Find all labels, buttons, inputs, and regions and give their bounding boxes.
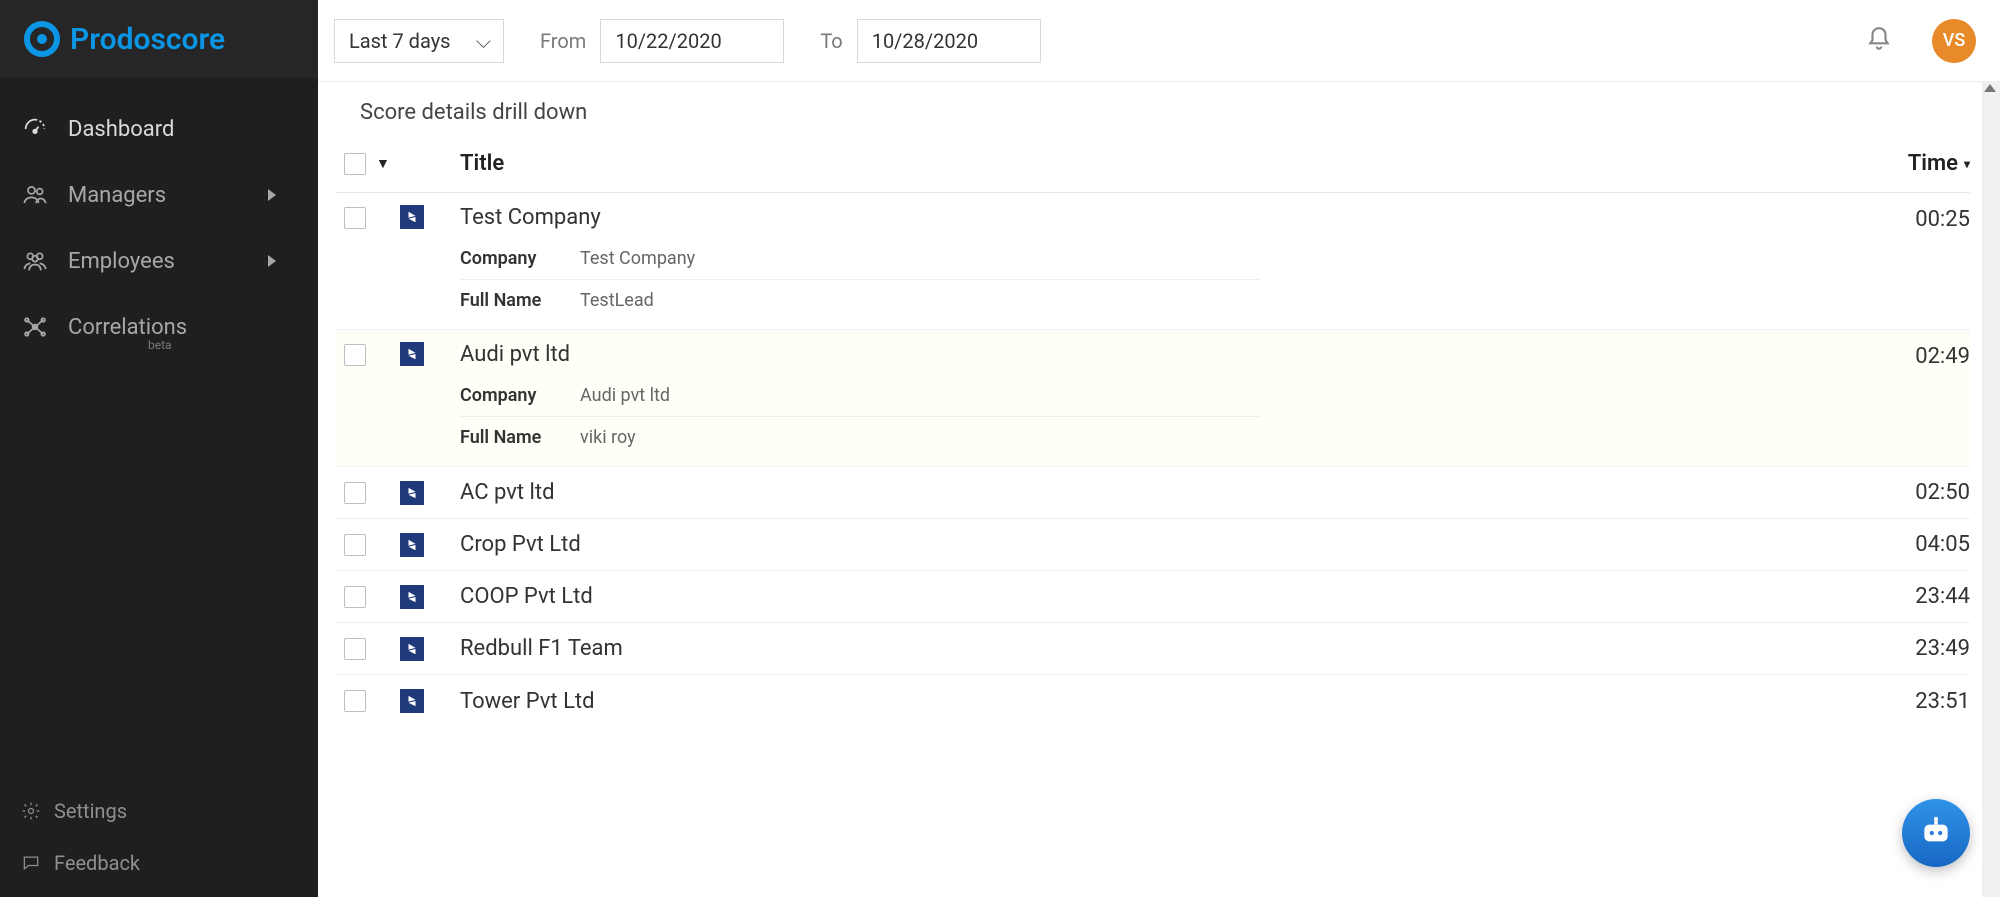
column-time[interactable]: Time ▾	[1850, 151, 1970, 176]
chevron-right-icon	[268, 255, 276, 267]
dynamics-icon	[400, 481, 424, 505]
row-time: 23:49	[1850, 636, 1970, 661]
table-row[interactable]: COOP Pvt Ltd 23:44	[336, 571, 1970, 623]
table-row[interactable]: Redbull F1 Team 23:49	[336, 623, 1970, 675]
brand-logo[interactable]: Prodoscore	[0, 0, 318, 78]
row-checkbox[interactable]	[344, 482, 366, 504]
nav: Dashboard Managers Employees	[0, 78, 318, 785]
row-time: 02:50	[1850, 480, 1970, 505]
to-label: To	[820, 29, 842, 53]
date-to-block: To 10/28/2020	[820, 19, 1040, 63]
row-title: Crop Pvt Ltd	[460, 532, 1850, 557]
row-title: COOP Pvt Ltd	[460, 584, 1850, 609]
dynamics-icon	[400, 585, 424, 609]
sidebar-footer: Settings Feedback	[0, 785, 318, 897]
row-time: 23:51	[1850, 689, 1970, 714]
scroll-up-icon[interactable]	[1984, 84, 1996, 92]
table-header: ▼ Title Time ▾	[336, 135, 1970, 193]
network-icon	[20, 312, 50, 342]
brand-logo-icon	[22, 19, 62, 59]
row-details: Company Test Company Full Name TestLead	[460, 230, 1850, 321]
date-from-input[interactable]: 10/22/2020	[600, 19, 784, 63]
row-time: 23:44	[1850, 584, 1970, 609]
sidebar-item-settings[interactable]: Settings	[0, 785, 318, 837]
detail-value-company: Audi pvt ltd	[580, 385, 670, 406]
table-row[interactable]: Tower Pvt Ltd 23:51	[336, 675, 1970, 727]
sidebar-item-employees[interactable]: Employees	[0, 228, 318, 294]
row-checkbox[interactable]	[344, 586, 366, 608]
select-all-checkbox[interactable]	[344, 153, 366, 175]
row-time: 04:05	[1850, 532, 1970, 557]
dynamics-icon	[400, 689, 424, 713]
gear-icon	[20, 800, 42, 822]
row-checkbox[interactable]	[344, 690, 366, 712]
detail-label-fullname: Full Name	[460, 290, 580, 311]
table-row[interactable]: Test Company Company Test Company Full N…	[336, 193, 1970, 330]
detail-label-company: Company	[460, 248, 580, 269]
content: Score details drill down ▼ Title Time ▾	[318, 82, 2000, 897]
topbar: Last 7 days ⌵ From 10/22/2020 To 10/28/2…	[318, 0, 2000, 82]
from-label: From	[540, 29, 586, 53]
chat-fab[interactable]	[1902, 799, 1970, 867]
row-checkbox[interactable]	[344, 207, 366, 229]
sidebar-item-label: Correlations	[68, 315, 187, 340]
main: Last 7 days ⌵ From 10/22/2020 To 10/28/2…	[318, 0, 2000, 897]
brand-name: Prodoscore	[70, 22, 225, 57]
row-title: Audi pvt ltd	[460, 342, 1850, 367]
avatar[interactable]: VS	[1932, 19, 1976, 63]
dynamics-icon	[400, 205, 424, 229]
chat-icon	[20, 852, 42, 874]
row-details: Company Audi pvt ltd Full Name viki roy	[460, 367, 1850, 458]
detail-label-fullname: Full Name	[460, 427, 580, 448]
gauge-icon	[20, 114, 50, 144]
row-checkbox[interactable]	[344, 638, 366, 660]
dynamics-icon	[400, 637, 424, 661]
sidebar-item-label: Dashboard	[68, 117, 174, 142]
detail-value-fullname: viki roy	[580, 427, 636, 448]
table-row[interactable]: Crop Pvt Ltd 04:05	[336, 519, 1970, 571]
table-row[interactable]: Audi pvt ltd Company Audi pvt ltd Full N…	[336, 330, 1970, 467]
sidebar-item-feedback[interactable]: Feedback	[0, 837, 318, 889]
chevron-down-icon: ⌵	[476, 29, 491, 53]
row-checkbox[interactable]	[344, 344, 366, 366]
detail-value-company: Test Company	[580, 248, 695, 269]
row-time: 02:49	[1850, 342, 1970, 369]
date-to-input[interactable]: 10/28/2020	[857, 19, 1041, 63]
sidebar-item-correlations[interactable]: Correlations beta	[0, 294, 318, 360]
sidebar-item-label: Feedback	[54, 851, 140, 875]
row-checkbox[interactable]	[344, 534, 366, 556]
avatar-initials: VS	[1943, 30, 1966, 51]
column-title[interactable]: Title	[460, 151, 1850, 176]
detail-label-company: Company	[460, 385, 580, 406]
row-title: AC pvt ltd	[460, 480, 1850, 505]
dynamics-icon	[400, 533, 424, 557]
row-time: 00:25	[1850, 205, 1970, 232]
date-from-block: From 10/22/2020	[540, 19, 784, 63]
sidebar: Prodoscore Dashboard Managers	[0, 0, 318, 897]
sidebar-item-dashboard[interactable]: Dashboard	[0, 96, 318, 162]
users-icon	[20, 180, 50, 210]
row-title: Test Company	[460, 205, 1850, 230]
users-group-icon	[20, 246, 50, 276]
date-range-value: Last 7 days	[349, 29, 450, 53]
bell-icon[interactable]	[1866, 26, 1892, 56]
row-title: Redbull F1 Team	[460, 636, 1850, 661]
section-title: Score details drill down	[336, 82, 1970, 135]
sidebar-item-managers[interactable]: Managers	[0, 162, 318, 228]
date-range-select[interactable]: Last 7 days ⌵	[334, 19, 504, 63]
caret-down-icon[interactable]: ▼	[376, 155, 390, 172]
bot-icon	[1916, 813, 1956, 853]
sidebar-item-label: Managers	[68, 183, 166, 208]
sort-caret-icon: ▾	[1964, 157, 1970, 171]
beta-badge: beta	[148, 338, 172, 352]
sidebar-item-label: Employees	[68, 249, 175, 274]
chevron-right-icon	[268, 189, 276, 201]
dynamics-icon	[400, 342, 424, 366]
scrollbar[interactable]	[1982, 82, 2000, 897]
table-row[interactable]: AC pvt ltd 02:50	[336, 467, 1970, 519]
row-title: Tower Pvt Ltd	[460, 689, 1850, 714]
sidebar-item-label: Settings	[54, 799, 127, 823]
detail-value-fullname: TestLead	[580, 290, 654, 311]
